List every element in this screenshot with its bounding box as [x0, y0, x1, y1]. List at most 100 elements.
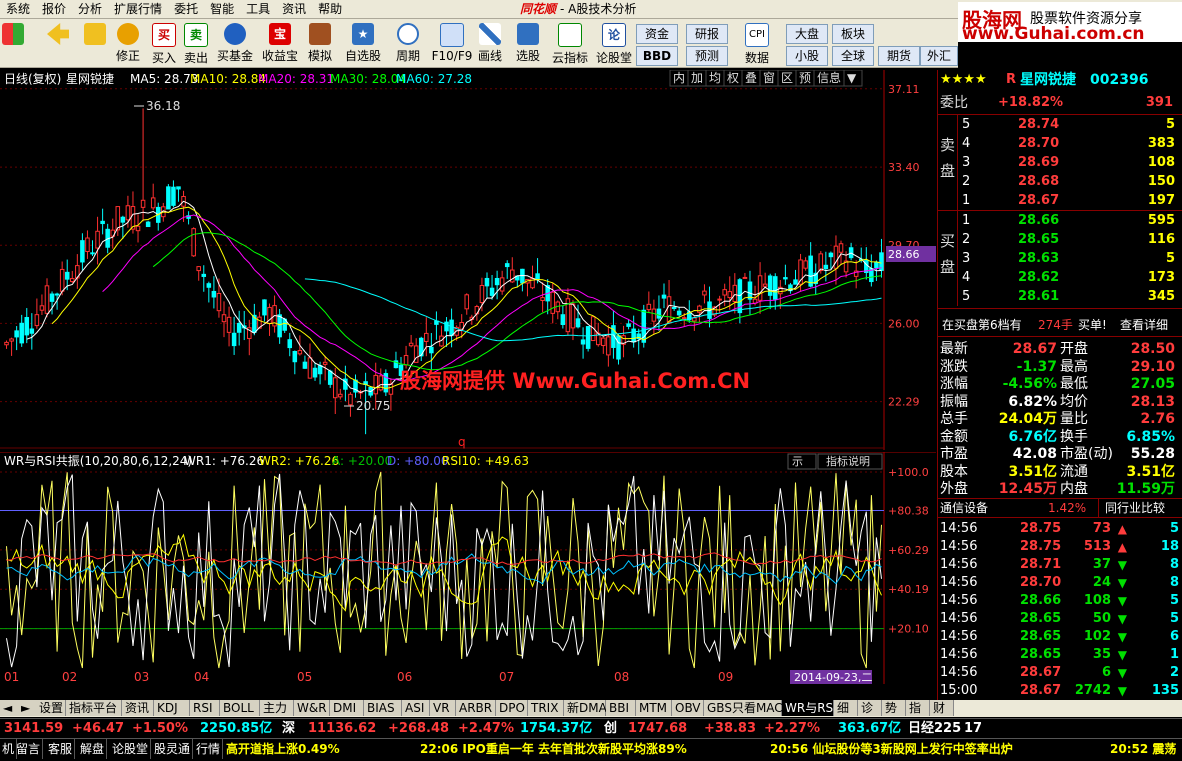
tab-20[interactable]: WR与RSI	[782, 700, 837, 716]
tab-18[interactable]: OBV	[672, 700, 704, 716]
watchlist-button[interactable]: ★ 自选股	[342, 21, 384, 65]
stat-label: 内盘	[1060, 481, 1088, 497]
tab-16[interactable]: BBI	[606, 700, 636, 716]
indicator-chart[interactable]: +100.0 +80.38 +60.29 +40.19 +20.10 WR与RSI共振(…	[0, 452, 936, 684]
tab-7[interactable]: W&R	[294, 700, 330, 716]
menu-system[interactable]: 系统	[0, 0, 36, 18]
candle-body	[140, 199, 146, 208]
tab-1[interactable]: 指标平台	[66, 700, 122, 716]
tab-prev-icon[interactable]: ◄	[0, 700, 19, 716]
up-down-button[interactable]	[84, 21, 106, 65]
tab-0[interactable]: 设置	[36, 700, 66, 716]
candle-body	[823, 264, 829, 270]
candle-body	[277, 314, 282, 338]
sell-button[interactable]: 卖卖出	[182, 21, 210, 65]
tab-17[interactable]: MTM	[636, 700, 672, 716]
research-button[interactable]: 研报	[686, 24, 728, 44]
stat-value: 6.76亿	[1008, 428, 1057, 445]
tab-22[interactable]: 诊	[858, 700, 882, 716]
menu-tools[interactable]: 工具	[240, 0, 276, 18]
news-item[interactable]: 20:52 震荡	[1110, 739, 1176, 759]
tab-24[interactable]: 指	[906, 700, 930, 716]
menu-smart[interactable]: 智能	[204, 0, 240, 18]
market-button[interactable]: 大盘	[786, 24, 828, 44]
news-item[interactable]: 高开道指上涨0.49%	[226, 739, 340, 759]
income-treasure-button[interactable]: 宝收益宝	[260, 21, 300, 65]
news-item[interactable]: 22:06 IPO重启一年 去年首批次新股平均涨89%	[420, 739, 687, 759]
tab-3[interactable]: KDJ	[154, 700, 190, 716]
indicator-help-button[interactable]: 指标说明	[826, 454, 870, 468]
quick-link[interactable]: 行情	[194, 739, 224, 759]
quick-link[interactable]: 留言	[14, 739, 44, 759]
f10-button[interactable]: F10/F9	[430, 21, 474, 65]
chart-toolbar-button-label: 权	[727, 71, 739, 85]
buy-fund-button[interactable]: 买基金	[214, 21, 256, 65]
menu-news[interactable]: 资讯	[276, 0, 312, 18]
tab-9[interactable]: BIAS	[364, 700, 402, 716]
tab-4[interactable]: RSI	[190, 700, 220, 716]
indicator-show-button[interactable]: 示	[792, 455, 803, 468]
cloud-indicator-button[interactable]: 云指标	[550, 21, 590, 65]
date-tag-text: 2014-09-23,二	[794, 671, 872, 684]
tab-14[interactable]: TRIX	[528, 700, 564, 716]
tab-6[interactable]: 主力	[260, 700, 294, 716]
forum-button[interactable]: 论论股堂	[594, 21, 634, 65]
tab-21[interactable]: 细	[834, 700, 858, 716]
buy-volume: 595	[1147, 213, 1175, 228]
forecast-button[interactable]: 预测	[686, 46, 728, 66]
stat-label: 总手	[940, 411, 968, 427]
candlestick-chart[interactable]: 37.1133.4029.7026.0022.29 日线(复权) 星网锐捷 MA…	[0, 70, 936, 450]
tab-19[interactable]: GBS只看MACD	[704, 700, 792, 716]
indicator-value-label: WR2: +76.26	[259, 454, 339, 468]
quick-link[interactable]: 解盘	[78, 739, 108, 759]
buy-button[interactable]: 买买入	[150, 21, 178, 65]
data-button[interactable]: CPI 数据	[738, 21, 776, 65]
tab-2[interactable]: 资讯	[122, 700, 154, 716]
sell-volume: 5	[1165, 117, 1175, 132]
tab-11[interactable]: VR	[430, 700, 456, 716]
news-item[interactable]: 20:56 仙坛股份等3新股网上发行中签率出炉	[770, 739, 1013, 759]
tab-23[interactable]: 势	[882, 700, 906, 716]
stat-value: 3.51亿	[1008, 463, 1057, 480]
industry-compare-button[interactable]: 同行业比较	[1098, 499, 1165, 517]
arrow-down-icon: ▼	[1117, 612, 1127, 626]
sector-button[interactable]: 板块	[832, 24, 874, 44]
menu-trade[interactable]: 委托	[168, 0, 204, 18]
tab-25[interactable]: 财	[930, 700, 954, 716]
order-detail-link[interactable]: 查看详细	[1120, 316, 1168, 334]
tab-15[interactable]: 新DMA	[564, 700, 607, 716]
funds-button[interactable]: 资金	[636, 24, 678, 44]
menu-quote[interactable]: 报价	[36, 0, 72, 18]
menu-help[interactable]: 帮助	[312, 0, 348, 18]
stock-picker-button[interactable]: 选股	[510, 21, 546, 65]
tick-row: 14:56 28.71 37 ▼ 8	[938, 556, 1182, 574]
menu-ext-quote[interactable]: 扩展行情	[108, 0, 168, 18]
futures-button[interactable]: 期货	[878, 46, 920, 66]
tab-8[interactable]: DMI	[330, 700, 364, 716]
windows-button[interactable]	[2, 21, 24, 65]
tab-12[interactable]: ARBR	[456, 700, 496, 716]
tab-13[interactable]: DPO	[496, 700, 528, 716]
tab-5[interactable]: BOLL	[220, 700, 260, 716]
back-button[interactable]	[44, 21, 72, 65]
correct-button[interactable]: 修正	[112, 21, 144, 65]
quick-link[interactable]: 股灵通	[152, 739, 194, 759]
price-tick-label: 22.29	[888, 396, 920, 409]
small-cap-button[interactable]: 小股	[786, 46, 828, 66]
quick-link[interactable]: 论股堂	[110, 739, 152, 759]
forex-button[interactable]: 外汇	[920, 46, 958, 66]
draw-line-button[interactable]: 画线	[476, 21, 504, 65]
period-button[interactable]: 周期	[388, 21, 428, 65]
tab-next-icon[interactable]: ►	[18, 700, 37, 716]
tab-10[interactable]: ASI	[402, 700, 430, 716]
candle-body	[585, 326, 591, 349]
global-button[interactable]: 全球	[832, 46, 874, 66]
app-title: 同花顺 - A股技术分析	[520, 0, 636, 18]
bbd-button[interactable]: BBD	[636, 46, 678, 66]
sell-volume: 197	[1147, 193, 1175, 208]
tick-volume: 37	[1092, 557, 1111, 572]
simulate-button[interactable]: 模拟	[304, 21, 336, 65]
quick-link[interactable]: 客服	[46, 739, 76, 759]
candle-body	[373, 374, 378, 395]
menu-analysis[interactable]: 分析	[72, 0, 108, 18]
